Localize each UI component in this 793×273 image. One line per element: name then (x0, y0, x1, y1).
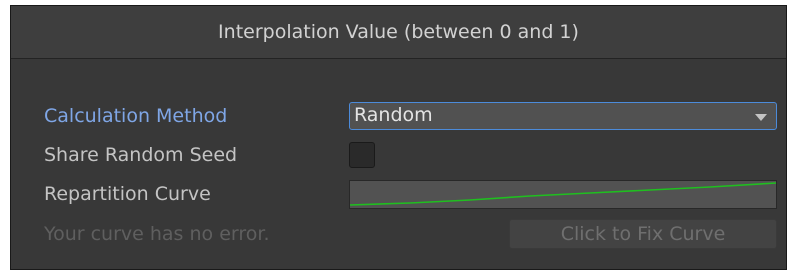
share-random-seed-checkbox[interactable] (349, 142, 375, 168)
calculation-method-label: Calculation Method (44, 105, 228, 127)
calculation-method-row: Calculation Method Random (11, 101, 786, 131)
panel-header: Interpolation Value (between 0 and 1) (11, 6, 786, 59)
status-row: Your curve has no error. Click to Fix Cu… (11, 219, 786, 249)
interpolation-panel: Interpolation Value (between 0 and 1) Ca… (10, 5, 787, 270)
repartition-curve-label: Repartition Curve (44, 183, 211, 205)
curve-line (350, 182, 776, 206)
dropdown-arrow-icon (755, 114, 767, 121)
repartition-curve-row: Repartition Curve (11, 179, 786, 209)
panel-title: Interpolation Value (between 0 and 1) (218, 21, 579, 43)
repartition-curve-field[interactable] (349, 180, 777, 209)
curve-preview (350, 182, 776, 206)
calculation-method-dropdown[interactable]: Random (349, 102, 777, 130)
curve-status-message: Your curve has no error. (44, 223, 270, 245)
fix-curve-button[interactable]: Click to Fix Curve (509, 219, 777, 249)
share-random-seed-label: Share Random Seed (44, 144, 238, 166)
calculation-method-value: Random (354, 104, 433, 126)
share-random-seed-row: Share Random Seed (11, 140, 786, 170)
